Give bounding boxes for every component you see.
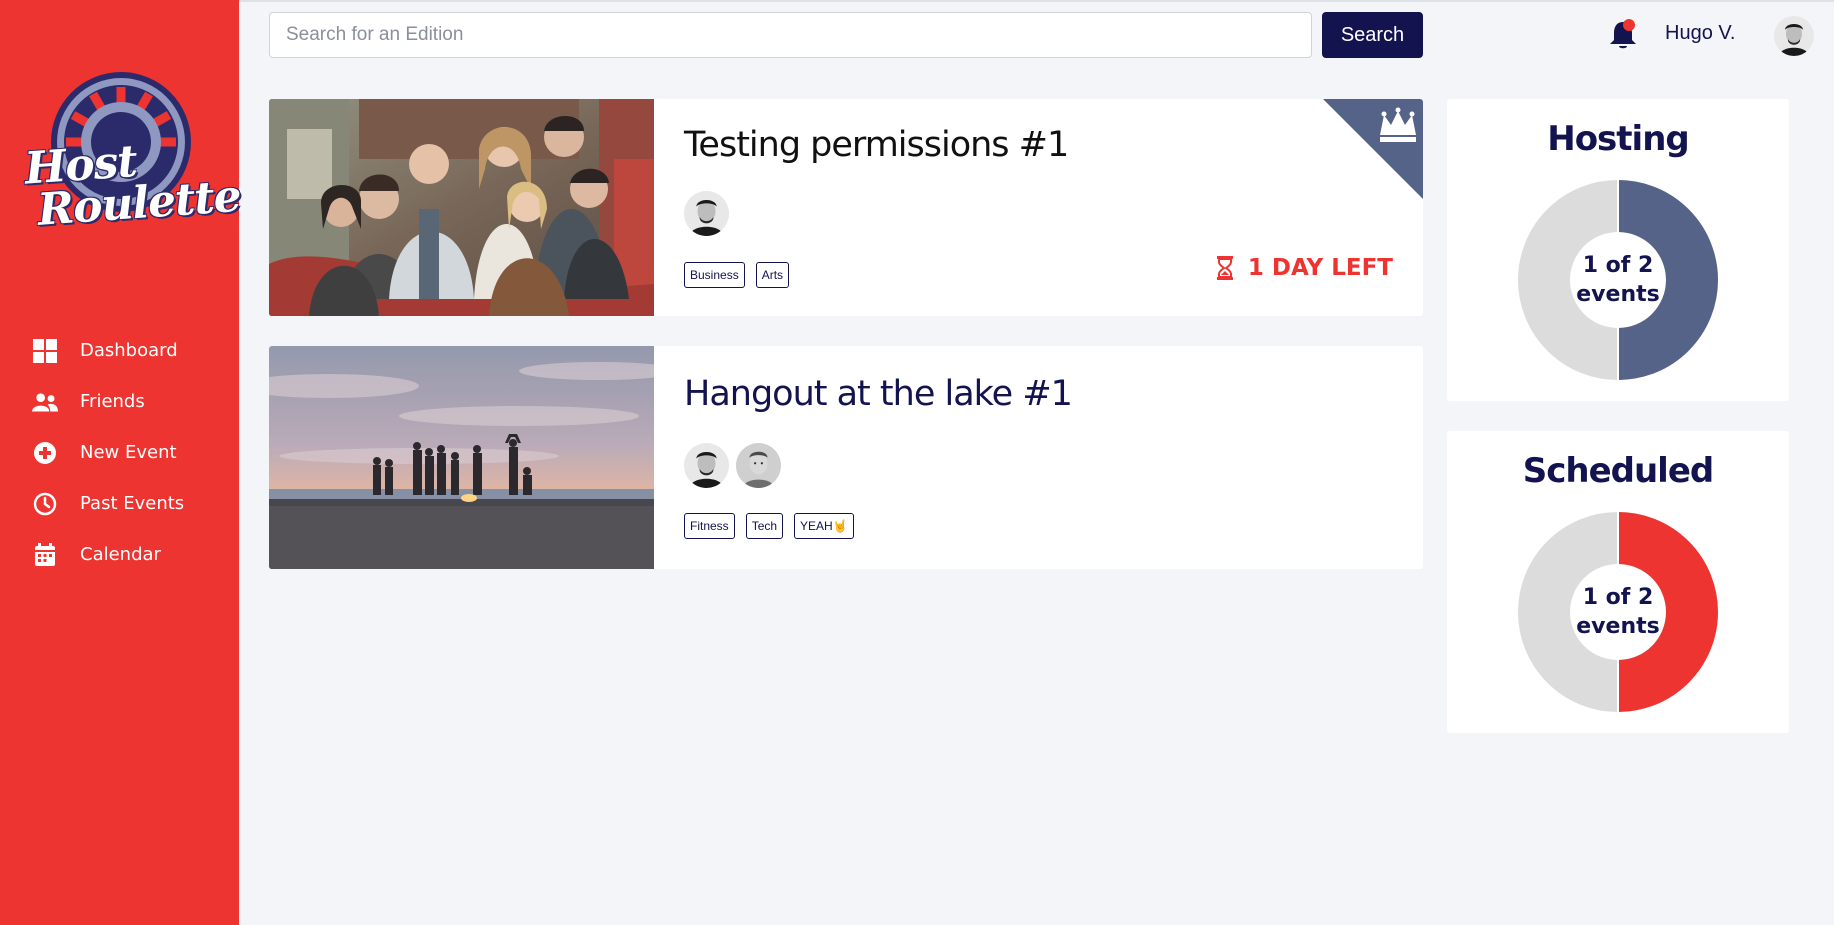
sidebar-item-new-event[interactable]: New Event <box>32 427 184 478</box>
tag-chip[interactable]: Tech <box>745 513 784 539</box>
event-title[interactable]: Hangout at the lake #1 <box>684 374 1073 414</box>
attendee-avatar[interactable] <box>736 443 781 488</box>
sidebar: Host Roulette Dashboard Friends New Even… <box>0 0 242 925</box>
attendee-avatars <box>684 191 729 236</box>
panel-title: Scheduled <box>1522 451 1715 491</box>
days-left-text: 1 DAY LEFT <box>1247 255 1393 281</box>
hourglass-icon <box>1216 256 1233 280</box>
sidebar-item-label: Past Events <box>80 493 185 514</box>
top-divider <box>239 0 1834 2</box>
event-title[interactable]: Testing permissions #1 <box>684 125 1069 165</box>
sidebar-item-label: Friends <box>80 391 145 412</box>
logo-text: Host Roulette <box>23 135 243 236</box>
search-button[interactable]: Search <box>1322 12 1423 58</box>
host-roulette-logo[interactable]: Host Roulette <box>23 70 242 236</box>
event-tags: Fitness Tech YEAH🤘 <box>684 513 854 539</box>
donut-center-label: 1 of 2 events <box>1518 512 1718 712</box>
dashboard-icon <box>32 338 58 364</box>
event-card[interactable]: Testing permissions #1 Business Arts 1 D… <box>269 99 1423 316</box>
hosting-stats-panel: Hosting 1 of 2 events <box>1447 99 1789 401</box>
event-photo <box>269 346 654 569</box>
donut-count-text: 1 of 2 <box>1582 253 1654 278</box>
logo-line-2: Roulette <box>35 170 243 236</box>
sidebar-item-label: Dashboard <box>80 340 178 361</box>
attendee-avatars <box>684 443 781 488</box>
donut-unit-text: events <box>1576 282 1660 307</box>
tag-chip[interactable]: YEAH🤘 <box>794 513 854 539</box>
attendee-avatar[interactable] <box>684 191 729 236</box>
donut-count-text: 1 of 2 <box>1582 585 1654 610</box>
plus-circle-icon <box>32 440 58 466</box>
sidebar-item-dashboard[interactable]: Dashboard <box>32 325 184 376</box>
user-avatar[interactable] <box>1774 16 1814 56</box>
scheduled-stats-panel: Scheduled 1 of 2 events <box>1447 431 1789 733</box>
donut-center-label: 1 of 2 events <box>1518 180 1718 380</box>
sidebar-nav: Dashboard Friends New Event Past Events … <box>32 325 184 580</box>
panel-title: Hosting <box>1547 119 1690 159</box>
search-input[interactable] <box>269 12 1312 58</box>
tag-chip[interactable]: Arts <box>755 262 790 288</box>
notification-bell-icon[interactable] <box>1608 18 1638 52</box>
tag-chip[interactable]: Fitness <box>684 513 735 539</box>
attendee-avatar[interactable] <box>684 443 729 488</box>
user-name[interactable]: Hugo V. <box>1665 22 1735 45</box>
sidebar-item-friends[interactable]: Friends <box>32 376 184 427</box>
sidebar-item-label: New Event <box>80 442 177 463</box>
days-left-badge: 1 DAY LEFT <box>1216 255 1393 281</box>
sidebar-item-label: Calendar <box>80 544 161 565</box>
calendar-icon <box>32 542 58 568</box>
event-card[interactable]: Hangout at the lake #1 Fitness Tech YEAH… <box>269 346 1423 569</box>
tag-chip[interactable]: Business <box>684 262 745 288</box>
clock-icon <box>32 491 58 517</box>
donut-unit-text: events <box>1576 614 1660 639</box>
host-crown-badge <box>1323 99 1423 199</box>
sidebar-item-calendar[interactable]: Calendar <box>32 529 184 580</box>
event-photo <box>269 99 654 316</box>
sidebar-item-past-events[interactable]: Past Events <box>32 478 184 529</box>
event-tags: Business Arts <box>684 262 790 288</box>
friends-icon <box>32 389 58 415</box>
